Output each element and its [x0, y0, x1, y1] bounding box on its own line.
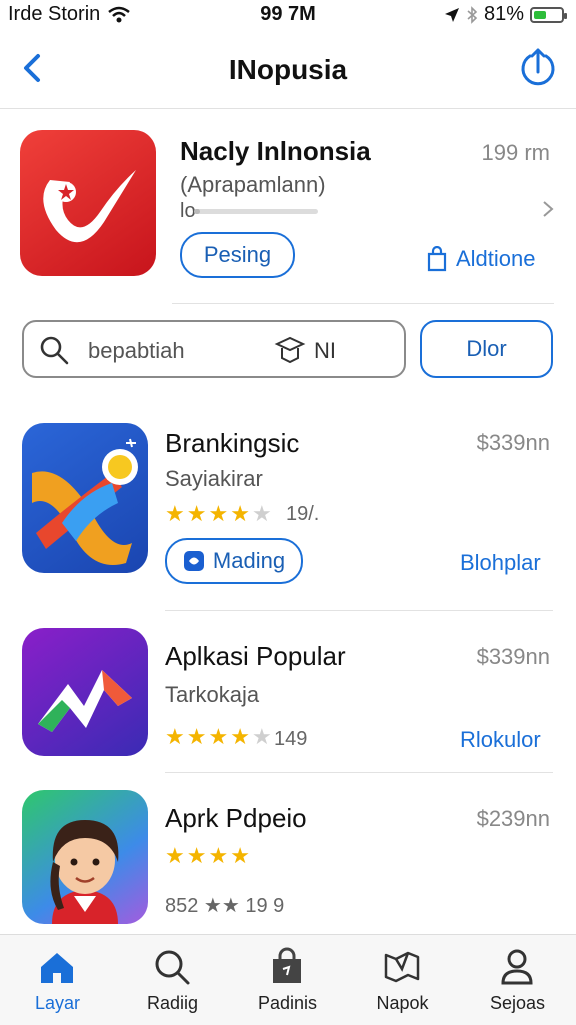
rating-count: 19/.: [286, 503, 320, 525]
star-filled-icon: ★: [230, 843, 250, 868]
featured-secondary-link[interactable]: Aldtione: [426, 246, 536, 272]
battery-percent: 81%: [483, 3, 524, 25]
featured-app-subtitle: (Aprapamlann): [180, 172, 326, 197]
featured-secondary-label: Aldtione: [456, 246, 536, 271]
bluetooth-icon: [467, 5, 478, 24]
app-price: $239nn: [476, 806, 550, 831]
search-value: bepabtiah: [88, 338, 185, 363]
app-link[interactable]: Rlokulor: [460, 727, 541, 753]
app-name: Aprk Pdpeio: [165, 803, 307, 833]
app-link[interactable]: Blohplar: [460, 550, 541, 576]
app-subtitle: Sayiakirar: [165, 466, 263, 491]
status-bar: Irde Storin 99 7M 81%: [0, 0, 576, 30]
star-filled-icon: ★: [230, 501, 250, 526]
app-badge-icon: [183, 551, 204, 571]
rating-count: 149: [274, 728, 308, 750]
bag-outline-icon: [427, 246, 447, 272]
chevron-right-icon[interactable]: [540, 198, 556, 220]
location-icon: [444, 7, 459, 22]
tab-padinis[interactable]: Padinis: [230, 935, 345, 1025]
app-action-button[interactable]: Mading: [165, 538, 303, 584]
tab-layar[interactable]: Layar: [0, 935, 115, 1025]
star-rating: ★ ★ ★ ★: [165, 845, 250, 867]
app-action-label: Mading: [212, 548, 286, 573]
app-name: Aplkasi Popular: [165, 641, 346, 671]
search-icon: [40, 336, 69, 365]
star-filled-icon: ★: [208, 501, 229, 526]
tab-napok[interactable]: Napok: [345, 935, 460, 1025]
search-input[interactable]: bepabtiah NI: [22, 320, 406, 378]
app-icon-2[interactable]: [22, 628, 148, 756]
tab-radiig[interactable]: Radiig: [115, 935, 230, 1025]
download-progress-bar: [194, 209, 318, 214]
nav-bar: INopusia: [0, 30, 576, 109]
star-filled-icon: ★: [186, 724, 207, 749]
app-price: $339nn: [476, 644, 550, 669]
battery-icon: [530, 6, 567, 23]
featured-primary-label: Pesing: [203, 242, 272, 267]
search-icon: [155, 950, 190, 985]
bag-icon: [273, 947, 301, 983]
divider: [165, 772, 553, 773]
tab-label: Layar: [34, 993, 81, 1013]
star-rating: ★ ★ ★ ★ ★: [165, 726, 272, 748]
tab-label: Napok: [376, 993, 429, 1013]
star-filled-icon: ★: [186, 843, 207, 868]
star-filled-icon: ★: [208, 724, 229, 749]
app-meta: 852 ★★ 19 9: [165, 895, 285, 917]
tab-bar: Layar Radiig Padinis Napok Sejoas: [0, 934, 576, 1025]
star-empty-icon: ★: [251, 501, 272, 526]
tab-label: Radiig: [146, 993, 199, 1013]
star-filled-icon: ★: [186, 501, 207, 526]
person-icon: [501, 949, 533, 985]
tab-sejoas[interactable]: Sejoas: [460, 935, 575, 1025]
translate-icon[interactable]: [274, 334, 306, 366]
app-icon-3[interactable]: [22, 790, 148, 924]
featured-app-size: 199 rm: [481, 140, 550, 165]
divider: [172, 303, 554, 304]
page-title: INopusia: [228, 54, 348, 85]
tab-label: Sejoas: [489, 993, 546, 1013]
app-subtitle: Tarkokaja: [165, 682, 260, 707]
filter-button[interactable]: Dlor: [420, 320, 553, 378]
app-price: $339nn: [476, 430, 550, 455]
star-rating: ★ ★ ★ ★ ★: [165, 503, 272, 525]
divider: [165, 610, 553, 611]
star-filled-icon: ★: [230, 724, 250, 749]
featured-app-name: Nacly Inlnonsia: [180, 136, 371, 166]
app-name: Brankingsic: [165, 428, 300, 458]
search-tool-label: NI: [314, 338, 336, 363]
featured-primary-button[interactable]: Pesing: [180, 232, 295, 278]
star-filled-icon: ★: [165, 501, 185, 526]
tab-label: Padinis: [257, 993, 318, 1013]
star-filled-icon: ★: [165, 843, 185, 868]
featured-app-icon[interactable]: [20, 130, 156, 276]
app-icon-1[interactable]: [22, 423, 148, 573]
star-empty-icon: ★: [251, 724, 272, 749]
star-filled-icon: ★: [208, 843, 229, 868]
map-icon: [384, 951, 420, 983]
home-icon: [41, 953, 73, 983]
filter-button-label: Dlor: [466, 336, 507, 361]
refresh-share-icon[interactable]: [516, 46, 560, 90]
star-filled-icon: ★: [165, 724, 185, 749]
